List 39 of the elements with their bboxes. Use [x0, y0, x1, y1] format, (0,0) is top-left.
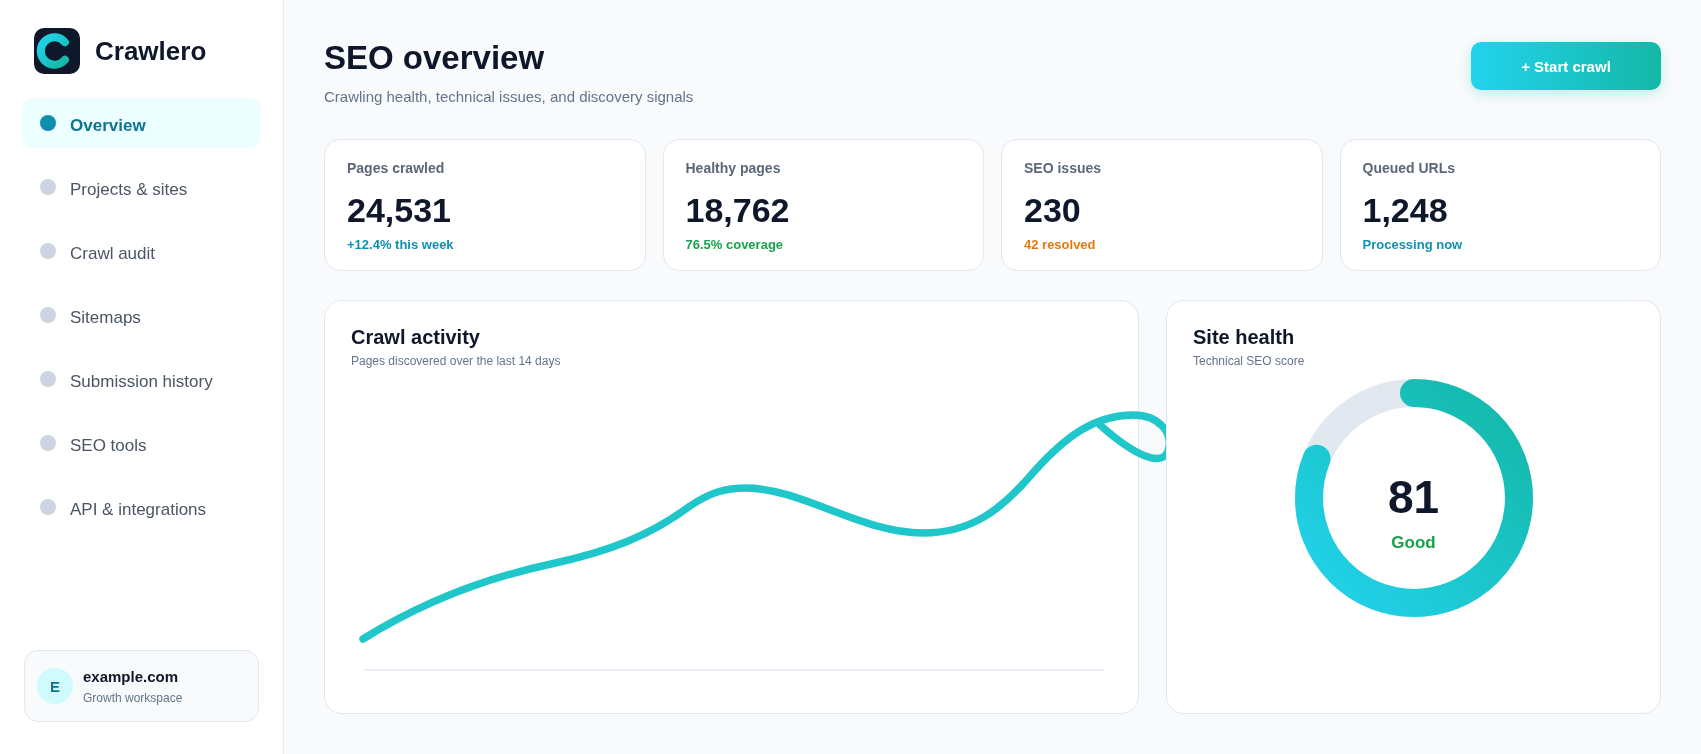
bullet-icon: [40, 499, 56, 515]
stat-note: +12.4% this week: [347, 237, 454, 253]
bullet-icon: [40, 243, 56, 259]
nav-item[interactable]: Crawl audit: [22, 226, 261, 276]
stat-note: 76.5% coverage: [685, 237, 784, 253]
page-subtitle: Crawling health, technical issues, and discovery signals: [324, 88, 694, 106]
brand-name: Crawlero: [95, 36, 207, 66]
bullet-icon: [40, 307, 56, 323]
stat-note: Processing now: [1362, 237, 1463, 253]
nav-item[interactable]: Overview: [22, 98, 261, 148]
stat-value: 24,531: [347, 190, 451, 230]
workspace-name: example.com: [83, 667, 180, 685]
card-subtitle: Pages discovered over the last 14 days: [351, 354, 561, 369]
stat-label: Queued URLs: [1362, 160, 1456, 177]
stat-note: 42 resolved: [1024, 237, 1096, 253]
bullet-icon: [40, 371, 56, 387]
stat-label: Pages crawled: [347, 160, 445, 177]
health-rating: Good: [1391, 533, 1436, 553]
card-title: Site health: [1193, 325, 1295, 349]
workspace-avatar: E: [37, 668, 73, 704]
health-score: 81: [1387, 474, 1440, 520]
stat-value: 230: [1024, 190, 1081, 230]
stat-label: Healthy pages: [685, 160, 781, 177]
page-title: SEO overview: [324, 38, 545, 78]
nav-item[interactable]: Projects & sites: [22, 162, 261, 212]
nav-item[interactable]: Submission history: [22, 354, 261, 404]
bullet-icon: [40, 115, 56, 131]
card-subtitle: Technical SEO score: [1193, 354, 1305, 369]
logo-icon: [34, 28, 80, 74]
nav-item[interactable]: SEO tools: [22, 418, 261, 468]
workspace-plan: Growth workspace: [83, 690, 183, 705]
bullet-icon: [40, 179, 56, 195]
card-title: Crawl activity: [351, 325, 480, 349]
stat-value: 18,762: [685, 190, 790, 230]
nav-item[interactable]: API & integrations: [22, 482, 261, 532]
nav-item[interactable]: Sitemaps: [22, 290, 261, 340]
bullet-icon: [40, 435, 56, 451]
stat-label: SEO issues: [1024, 160, 1102, 177]
stat-value: 1,248: [1362, 190, 1448, 230]
